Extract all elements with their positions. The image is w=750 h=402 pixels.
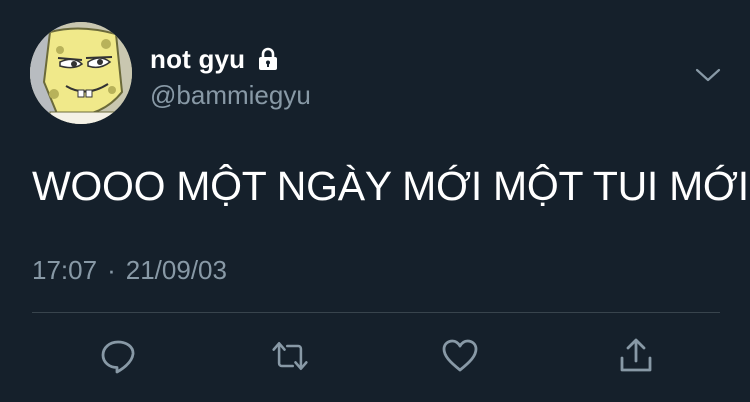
tweet-card: not gyu @bammiegyu WOOO MỘT NGÀY MỚI MỘT… (0, 0, 750, 402)
tweet-timestamp[interactable]: 17:07 · 21/09/03 (32, 255, 227, 286)
divider (32, 312, 720, 313)
avatar[interactable] (30, 22, 132, 124)
lock-icon (255, 46, 281, 72)
tweet-text: WOOO MỘT NGÀY MỚI MỘT TUI MỚI (32, 163, 749, 209)
heart-icon[interactable] (440, 336, 480, 376)
retweet-icon[interactable] (270, 336, 310, 376)
chevron-down-icon[interactable] (693, 63, 723, 87)
share-icon[interactable] (616, 336, 656, 376)
meta-separator: · (107, 255, 116, 285)
tweet-date: 21/09/03 (125, 255, 227, 285)
tweet-time: 17:07 (32, 255, 98, 285)
reply-icon[interactable] (98, 336, 138, 376)
user-handle[interactable]: @bammiegyu (150, 80, 311, 111)
name-row: not gyu (150, 42, 281, 76)
display-name[interactable]: not gyu (150, 44, 245, 75)
